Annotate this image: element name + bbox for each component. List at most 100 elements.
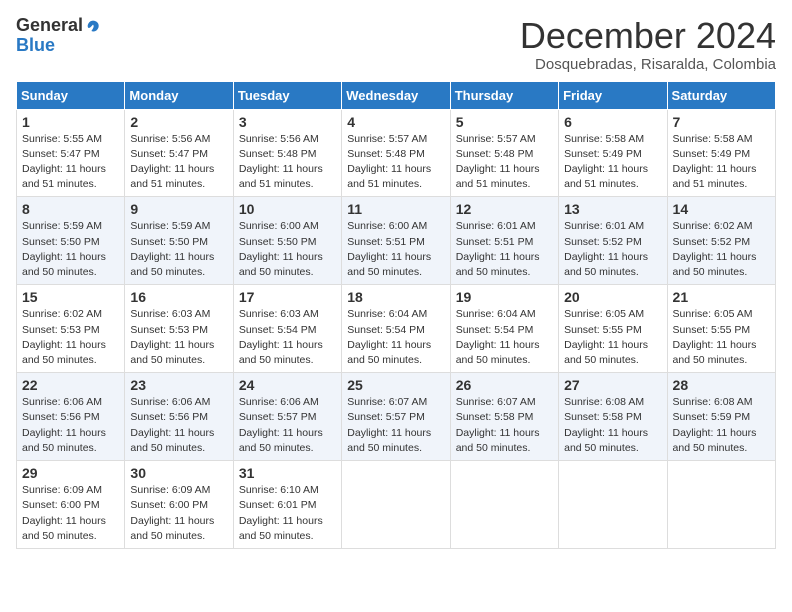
day-number: 1	[22, 114, 119, 130]
day-info: Sunrise: 6:09 AMSunset: 6:00 PMDaylight:…	[130, 484, 214, 542]
day-info: Sunrise: 5:56 AMSunset: 5:47 PMDaylight:…	[130, 133, 214, 191]
calendar-cell: 30Sunrise: 6:09 AMSunset: 6:00 PMDayligh…	[125, 461, 233, 549]
calendar-cell: 8 Sunrise: 5:59 AMSunset: 5:50 PMDaylight…	[17, 197, 125, 285]
calendar-cell	[559, 461, 667, 549]
day-info: Sunrise: 5:57 AMSunset: 5:48 PMDaylight:…	[456, 133, 540, 191]
day-number: 22	[22, 377, 119, 393]
day-number: 27	[564, 377, 661, 393]
day-number: 2	[130, 114, 227, 130]
calendar-cell: 9Sunrise: 5:59 AMSunset: 5:50 PMDaylight…	[125, 197, 233, 285]
calendar-cell: 3 Sunrise: 5:56 AMSunset: 5:48 PMDaylight…	[233, 109, 341, 197]
day-info: Sunrise: 5:57 AMSunset: 5:48 PMDaylight:…	[347, 133, 431, 191]
calendar-cell: 31 Sunrise: 6:10 AMSunset: 6:01 PMDayligh…	[233, 461, 341, 549]
day-info: Sunrise: 6:07 AMSunset: 5:57 PMDaylight:…	[347, 396, 431, 454]
day-info: Sunrise: 5:58 AMSunset: 5:49 PMDaylight:…	[564, 133, 648, 191]
day-info: Sunrise: 6:04 AMSunset: 5:54 PMDaylight:…	[456, 308, 540, 366]
calendar-cell: 16 Sunrise: 6:03 AMSunset: 5:53 PMDayligh…	[125, 285, 233, 373]
calendar-cell	[450, 461, 558, 549]
header-day: Saturday	[667, 81, 775, 109]
calendar-cell: 29 Sunrise: 6:09 AMSunset: 6:00 PMDayligh…	[17, 461, 125, 549]
day-number: 29	[22, 465, 119, 481]
day-number: 23	[130, 377, 227, 393]
calendar-cell: 2 Sunrise: 5:56 AMSunset: 5:47 PMDaylight…	[125, 109, 233, 197]
calendar-cell: 27 Sunrise: 6:08 AMSunset: 5:58 PMDayligh…	[559, 373, 667, 461]
day-info: Sunrise: 6:01 AMSunset: 5:51 PMDaylight:…	[456, 220, 540, 278]
calendar-cell: 12Sunrise: 6:01 AMSunset: 5:51 PMDayligh…	[450, 197, 558, 285]
day-info: Sunrise: 6:00 AMSunset: 5:50 PMDaylight:…	[239, 220, 323, 278]
calendar-week-row: 8 Sunrise: 5:59 AMSunset: 5:50 PMDaylight…	[17, 197, 776, 285]
day-info: Sunrise: 6:08 AMSunset: 5:58 PMDaylight:…	[564, 396, 648, 454]
calendar-cell	[342, 461, 450, 549]
day-info: Sunrise: 6:07 AMSunset: 5:58 PMDaylight:…	[456, 396, 540, 454]
calendar-cell: 20 Sunrise: 6:05 AMSunset: 5:55 PMDayligh…	[559, 285, 667, 373]
calendar-cell: 10 Sunrise: 6:00 AMSunset: 5:50 PMDayligh…	[233, 197, 341, 285]
day-number: 26	[456, 377, 553, 393]
calendar-cell: 22 Sunrise: 6:06 AMSunset: 5:56 PMDayligh…	[17, 373, 125, 461]
calendar-cell: 25 Sunrise: 6:07 AMSunset: 5:57 PMDayligh…	[342, 373, 450, 461]
day-number: 14	[673, 201, 770, 217]
day-number: 20	[564, 289, 661, 305]
day-number: 3	[239, 114, 336, 130]
day-number: 28	[673, 377, 770, 393]
day-info: Sunrise: 6:06 AMSunset: 5:56 PMDaylight:…	[22, 396, 106, 454]
header-day: Monday	[125, 81, 233, 109]
day-number: 5	[456, 114, 553, 130]
day-info: Sunrise: 6:03 AMSunset: 5:53 PMDaylight:…	[130, 308, 214, 366]
calendar-cell: 5 Sunrise: 5:57 AMSunset: 5:48 PMDaylight…	[450, 109, 558, 197]
subtitle: Dosquebradas, Risaralda, Colombia	[520, 56, 776, 73]
logo-blue: Blue	[16, 35, 55, 55]
calendar-week-row: 22 Sunrise: 6:06 AMSunset: 5:56 PMDayligh…	[17, 373, 776, 461]
day-info: Sunrise: 6:02 AMSunset: 5:53 PMDaylight:…	[22, 308, 106, 366]
day-info: Sunrise: 5:56 AMSunset: 5:48 PMDaylight:…	[239, 133, 323, 191]
day-number: 10	[239, 201, 336, 217]
day-info: Sunrise: 6:10 AMSunset: 6:01 PMDaylight:…	[239, 484, 323, 542]
calendar-cell: 19Sunrise: 6:04 AMSunset: 5:54 PMDayligh…	[450, 285, 558, 373]
calendar-cell: 26 Sunrise: 6:07 AMSunset: 5:58 PMDayligh…	[450, 373, 558, 461]
calendar-header: SundayMondayTuesdayWednesdayThursdayFrid…	[17, 81, 776, 109]
day-number: 11	[347, 201, 444, 217]
logo-bird-icon	[85, 19, 101, 35]
day-number: 7	[673, 114, 770, 130]
header-row: SundayMondayTuesdayWednesdayThursdayFrid…	[17, 81, 776, 109]
calendar-cell: 18 Sunrise: 6:04 AMSunset: 5:54 PMDayligh…	[342, 285, 450, 373]
header-day: Tuesday	[233, 81, 341, 109]
day-number: 13	[564, 201, 661, 217]
day-number: 17	[239, 289, 336, 305]
day-info: Sunrise: 6:05 AMSunset: 5:55 PMDaylight:…	[564, 308, 648, 366]
calendar-cell: 28Sunrise: 6:08 AMSunset: 5:59 PMDayligh…	[667, 373, 775, 461]
day-number: 6	[564, 114, 661, 130]
day-info: Sunrise: 6:03 AMSunset: 5:54 PMDaylight:…	[239, 308, 323, 366]
calendar-body: 1 Sunrise: 5:55 AMSunset: 5:47 PMDaylight…	[17, 109, 776, 548]
page-header: General Blue December 2024 Dosquebradas,…	[16, 16, 776, 73]
day-info: Sunrise: 6:05 AMSunset: 5:55 PMDaylight:…	[673, 308, 757, 366]
day-info: Sunrise: 5:59 AMSunset: 5:50 PMDaylight:…	[22, 220, 106, 278]
day-number: 8	[22, 201, 119, 217]
main-title: December 2024	[520, 16, 776, 56]
header-day: Friday	[559, 81, 667, 109]
day-info: Sunrise: 6:06 AMSunset: 5:57 PMDaylight:…	[239, 396, 323, 454]
day-info: Sunrise: 6:02 AMSunset: 5:52 PMDaylight:…	[673, 220, 757, 278]
day-number: 4	[347, 114, 444, 130]
day-info: Sunrise: 5:55 AMSunset: 5:47 PMDaylight:…	[22, 133, 106, 191]
header-day: Wednesday	[342, 81, 450, 109]
day-number: 25	[347, 377, 444, 393]
day-info: Sunrise: 5:59 AMSunset: 5:50 PMDaylight:…	[130, 220, 214, 278]
day-number: 18	[347, 289, 444, 305]
day-number: 16	[130, 289, 227, 305]
calendar-week-row: 1 Sunrise: 5:55 AMSunset: 5:47 PMDaylight…	[17, 109, 776, 197]
calendar-table: SundayMondayTuesdayWednesdayThursdayFrid…	[16, 81, 776, 549]
day-number: 31	[239, 465, 336, 481]
calendar-cell	[667, 461, 775, 549]
day-info: Sunrise: 6:04 AMSunset: 5:54 PMDaylight:…	[347, 308, 431, 366]
calendar-cell: 1 Sunrise: 5:55 AMSunset: 5:47 PMDaylight…	[17, 109, 125, 197]
header-day: Thursday	[450, 81, 558, 109]
calendar-week-row: 15 Sunrise: 6:02 AMSunset: 5:53 PMDayligh…	[17, 285, 776, 373]
title-block: December 2024 Dosquebradas, Risaralda, C…	[520, 16, 776, 73]
calendar-cell: 11Sunrise: 6:00 AMSunset: 5:51 PMDayligh…	[342, 197, 450, 285]
header-day: Sunday	[17, 81, 125, 109]
day-info: Sunrise: 6:09 AMSunset: 6:00 PMDaylight:…	[22, 484, 106, 542]
calendar-week-row: 29 Sunrise: 6:09 AMSunset: 6:00 PMDayligh…	[17, 461, 776, 549]
calendar-cell: 24Sunrise: 6:06 AMSunset: 5:57 PMDayligh…	[233, 373, 341, 461]
calendar-cell: 23Sunrise: 6:06 AMSunset: 5:56 PMDayligh…	[125, 373, 233, 461]
day-number: 15	[22, 289, 119, 305]
